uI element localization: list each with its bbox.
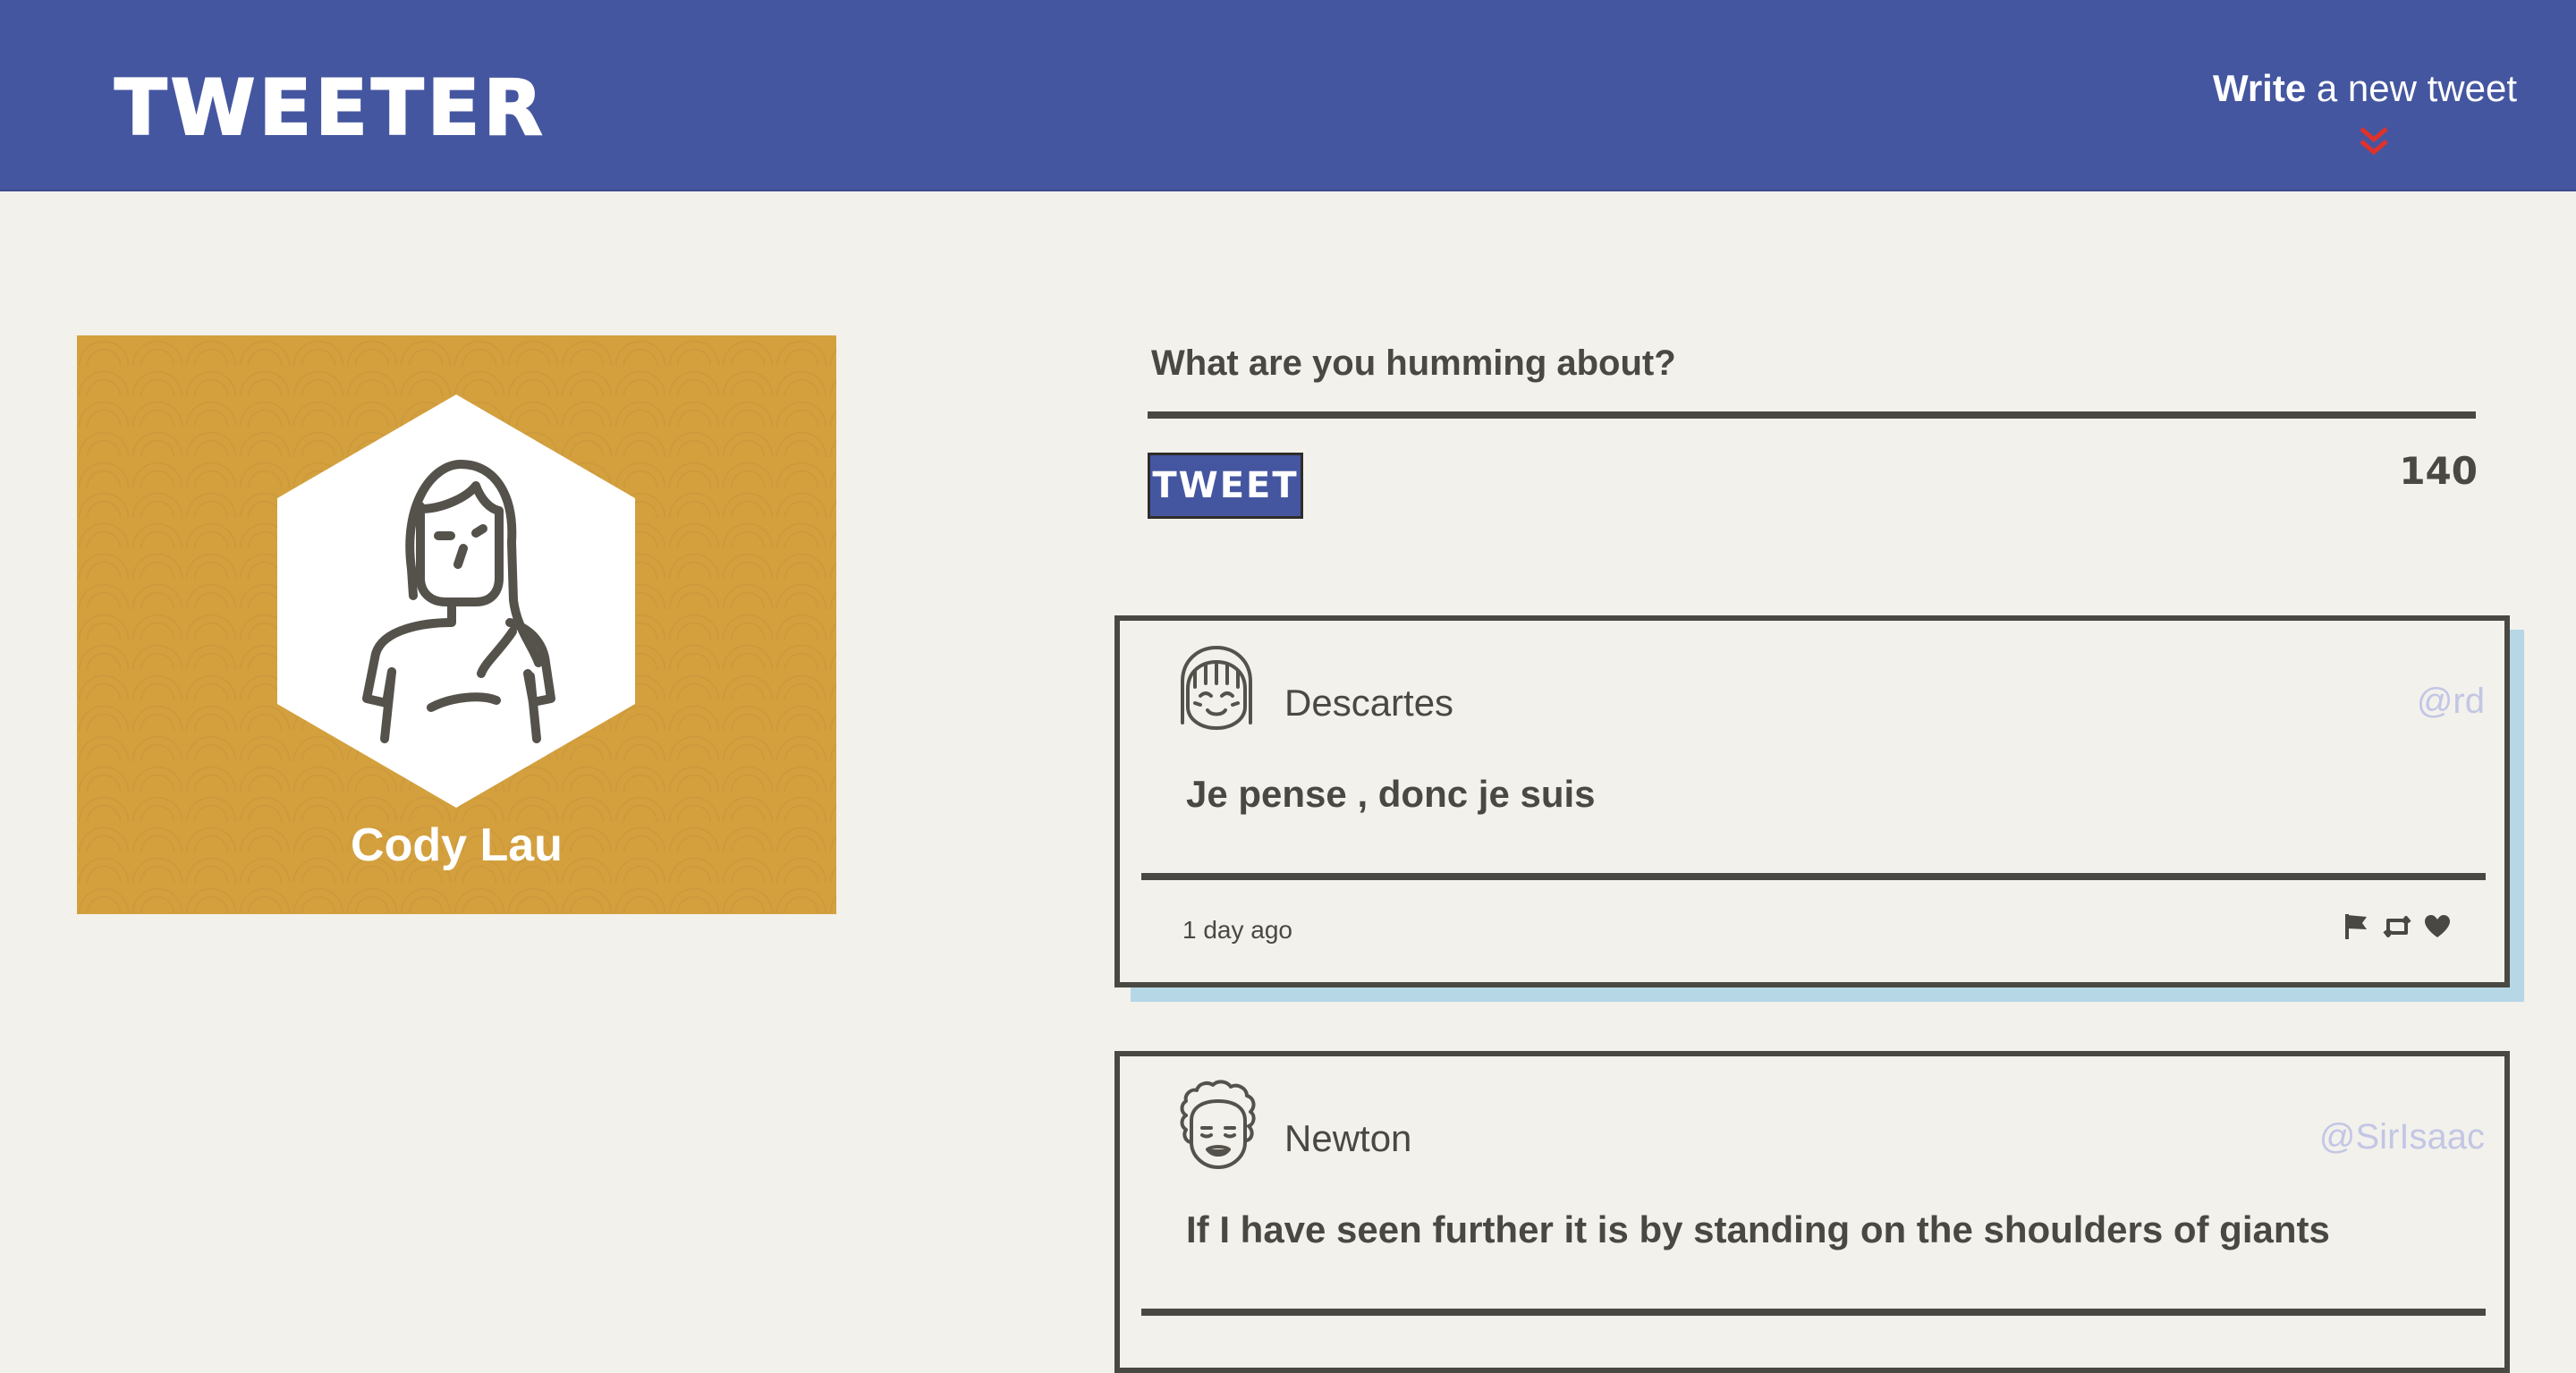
character-counter: 140 bbox=[2399, 449, 2478, 493]
profile-name: Cody Lau bbox=[351, 819, 563, 871]
tweet-card: Descartes @rd Je pense , donc je suis 1 … bbox=[1114, 615, 2510, 987]
compose-toggle-strong: Write bbox=[2212, 67, 2307, 109]
tweet-card: Newton @SirIsaac If I have seen further … bbox=[1114, 1051, 2510, 1373]
top-nav: TWEETER Write a new tweet bbox=[0, 0, 2576, 191]
retweet-icon[interactable] bbox=[2383, 913, 2411, 945]
brand-logo: TWEETER bbox=[114, 64, 547, 153]
tweet-button[interactable]: TWEET bbox=[1148, 453, 1303, 519]
profile-card: Cody Lau bbox=[77, 335, 836, 914]
descartes-avatar-icon bbox=[1181, 646, 1252, 730]
tweet-divider bbox=[1141, 1309, 2486, 1316]
compose-underline bbox=[1148, 411, 2476, 419]
tweet-actions bbox=[2343, 912, 2451, 945]
tweet-handle: @SirIsaac bbox=[2318, 1117, 2485, 1157]
tweet-body: Je pense , donc je suis bbox=[1186, 773, 1596, 815]
profile-avatar bbox=[277, 394, 635, 808]
heart-icon[interactable] bbox=[2424, 914, 2451, 944]
tweet-author: Descartes bbox=[1284, 682, 1454, 724]
tweet-author: Newton bbox=[1284, 1117, 1412, 1159]
tweet-body: If I have seen further it is by standing… bbox=[1186, 1208, 2330, 1250]
write-new-tweet-toggle[interactable]: Write a new tweet bbox=[2213, 70, 2517, 107]
flag-icon[interactable] bbox=[2343, 912, 2370, 945]
compose-toggle-rest: a new tweet bbox=[2306, 67, 2517, 109]
tweet-timestamp: 1 day ago bbox=[1182, 916, 1292, 944]
tweet-textarea[interactable]: What are you humming about? bbox=[1151, 343, 1676, 384]
tweet-divider bbox=[1141, 873, 2486, 880]
tweet-handle: @rd bbox=[2416, 682, 2485, 721]
chevron-double-down-icon[interactable] bbox=[2359, 125, 2389, 157]
newton-avatar-icon bbox=[1180, 1080, 1256, 1169]
